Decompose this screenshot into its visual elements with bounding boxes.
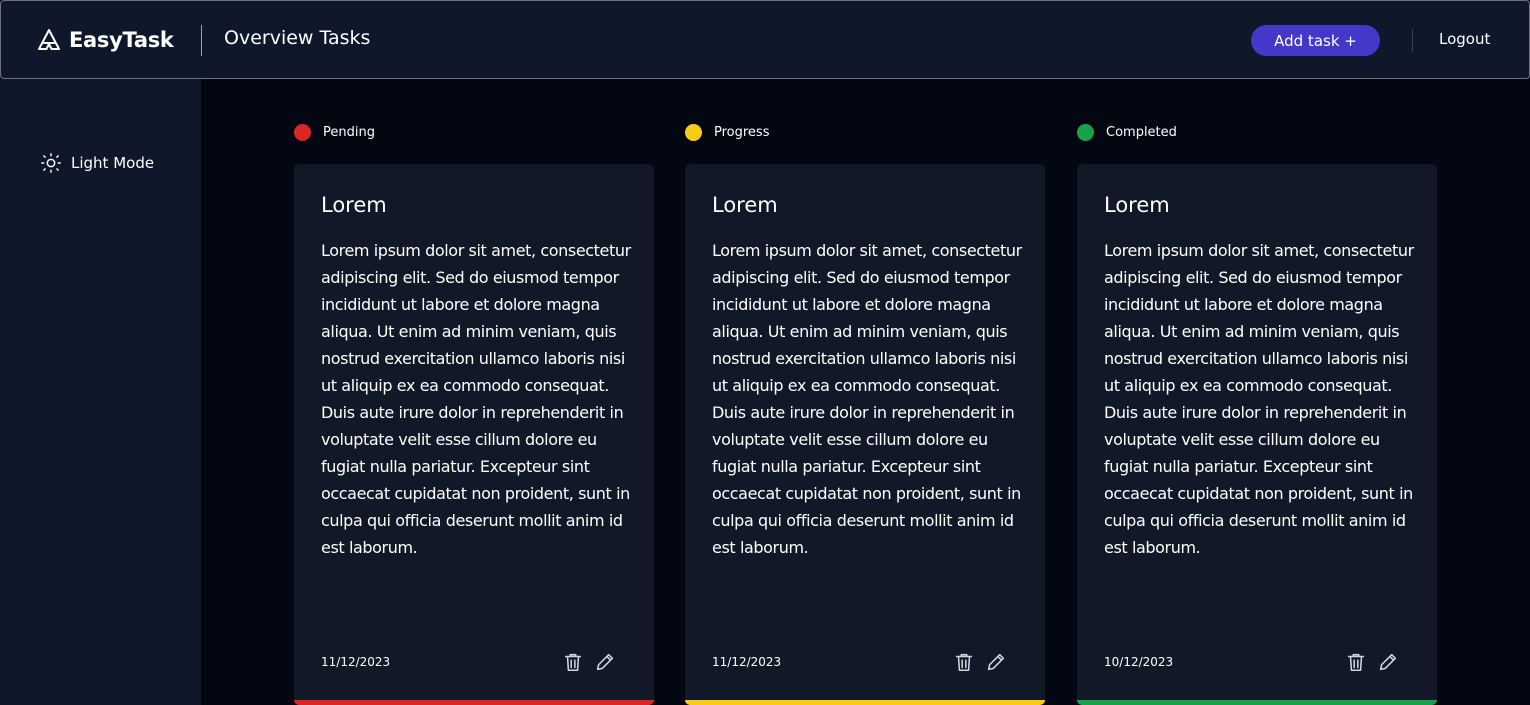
task-actions xyxy=(562,651,616,673)
column-label: Completed xyxy=(1106,124,1177,140)
pencil-icon[interactable] xyxy=(1377,651,1399,673)
add-task-button[interactable]: Add task + xyxy=(1251,25,1380,56)
status-bar xyxy=(685,700,1045,705)
status-dot xyxy=(294,123,311,141)
column-progress: Progress Lorem Lorem ipsum dolor sit ame… xyxy=(685,120,1045,705)
task-date: 10/12/2023 xyxy=(1104,655,1174,669)
brand-name: EasyTask xyxy=(69,28,174,52)
trash-icon[interactable] xyxy=(562,651,584,673)
brand[interactable]: EasyTask xyxy=(37,25,174,55)
task-date: 11/12/2023 xyxy=(321,655,391,669)
status-dot xyxy=(1077,123,1094,141)
page-title: Overview Tasks xyxy=(224,27,371,49)
column-completed: Completed Lorem Lorem ipsum dolor sit am… xyxy=(1077,120,1437,705)
top-navbar: EasyTask Overview Tasks Add task + Logou… xyxy=(0,0,1530,79)
add-task-label: Add task + xyxy=(1274,31,1357,50)
task-description: Lorem ipsum dolor sit amet, consectetur … xyxy=(712,241,1022,557)
column-label: Pending xyxy=(323,124,375,140)
status-bar xyxy=(294,700,654,705)
task-description: Lorem ipsum dolor sit amet, consectetur … xyxy=(321,241,631,557)
column-header: Pending xyxy=(294,120,654,144)
sidebar: Light Mode xyxy=(0,79,201,705)
column-header: Completed xyxy=(1077,120,1437,144)
status-bar xyxy=(1077,700,1437,705)
task-actions xyxy=(1345,651,1399,673)
light-mode-toggle[interactable]: Light Mode xyxy=(40,152,154,174)
trash-icon[interactable] xyxy=(953,651,975,673)
pencil-icon[interactable] xyxy=(594,651,616,673)
status-dot xyxy=(685,123,702,141)
column-header: Progress xyxy=(685,120,1045,144)
pencil-icon[interactable] xyxy=(985,651,1007,673)
task-title: Lorem xyxy=(321,193,387,217)
task-title: Lorem xyxy=(1104,193,1170,217)
task-description: Lorem ipsum dolor sit amet, consectetur … xyxy=(1104,241,1414,557)
task-card[interactable]: Lorem Lorem ipsum dolor sit amet, consec… xyxy=(685,164,1045,705)
task-card[interactable]: Lorem Lorem ipsum dolor sit amet, consec… xyxy=(294,164,654,705)
light-mode-label: Light Mode xyxy=(71,154,155,172)
logout-button[interactable]: Logout xyxy=(1439,30,1490,48)
logout-divider xyxy=(1412,29,1413,52)
triangle-logo-icon xyxy=(38,29,60,50)
sun-icon xyxy=(41,153,61,173)
column-label: Progress xyxy=(714,124,770,140)
header-divider xyxy=(201,25,202,56)
task-title: Lorem xyxy=(712,193,778,217)
task-date: 11/12/2023 xyxy=(712,655,782,669)
column-pending: Pending Lorem Lorem ipsum dolor sit amet… xyxy=(294,120,654,705)
trash-icon[interactable] xyxy=(1345,651,1367,673)
task-actions xyxy=(953,651,1007,673)
task-card[interactable]: Lorem Lorem ipsum dolor sit amet, consec… xyxy=(1077,164,1437,705)
